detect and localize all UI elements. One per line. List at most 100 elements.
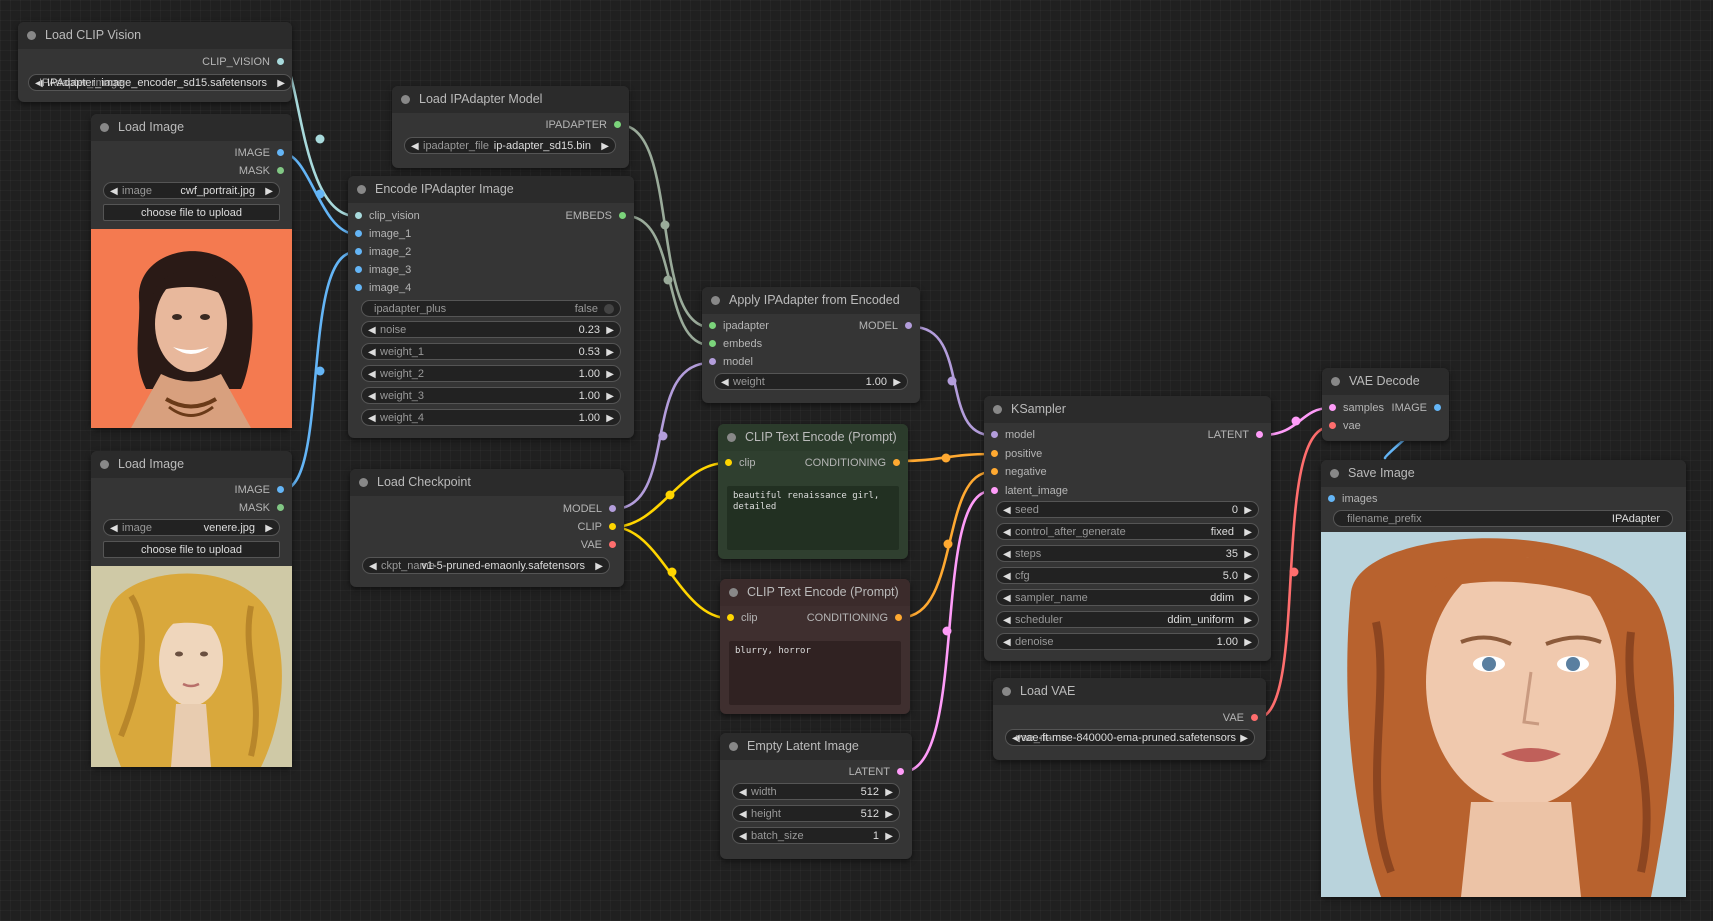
- slot-dot-icon[interactable]: [609, 540, 616, 548]
- slot-dot-icon[interactable]: [277, 57, 284, 65]
- node-title[interactable]: Load CLIP Vision: [18, 22, 292, 49]
- node-load-image-1[interactable]: Load Image IMAGE MASK ◀ image cwf_portra…: [91, 114, 292, 428]
- slot-dot-icon[interactable]: [619, 211, 626, 219]
- node-clip-text-negative[interactable]: CLIP Text Encode (Prompt) clip CONDITION…: [720, 579, 910, 714]
- prompt-textarea[interactable]: blurry, horror: [729, 641, 901, 705]
- arrow-right-icon[interactable]: ▶: [1244, 612, 1252, 627]
- input-image-3[interactable]: image_3: [355, 262, 411, 278]
- slot-dot-icon[interactable]: [991, 430, 998, 438]
- arrow-left-icon[interactable]: ◀: [411, 138, 419, 153]
- collapse-dot-icon[interactable]: [27, 31, 36, 40]
- arrow-left-icon[interactable]: ◀: [1003, 634, 1011, 649]
- arrow-right-icon[interactable]: ▶: [1244, 524, 1252, 539]
- arrow-left-icon[interactable]: ◀: [739, 806, 747, 821]
- cfg-slider[interactable]: ◀ cfg 5.0 ▶: [996, 567, 1259, 584]
- arrow-left-icon[interactable]: ◀: [368, 366, 376, 381]
- collapse-dot-icon[interactable]: [729, 742, 738, 751]
- arrow-right-icon[interactable]: ▶: [606, 344, 614, 359]
- node-title[interactable]: Load VAE: [993, 678, 1266, 705]
- ckpt-name-combo[interactable]: ◀ ckpt_name v1-5-pruned-emaonly.safetens…: [362, 557, 610, 574]
- slot-dot-icon[interactable]: [905, 321, 912, 329]
- slot-dot-icon[interactable]: [277, 148, 284, 156]
- arrow-left-icon[interactable]: ◀: [368, 322, 376, 337]
- slot-dot-icon[interactable]: [1328, 494, 1335, 502]
- image-combo[interactable]: ◀ image cwf_portrait.jpg ▶: [103, 182, 280, 199]
- ipadapter-file-combo[interactable]: ◀ ipadapter_file ip-adapter_sd15.bin ▶: [404, 137, 616, 154]
- input-image-4[interactable]: image_4: [355, 280, 411, 296]
- arrow-left-icon[interactable]: ◀: [1003, 524, 1011, 539]
- arrow-right-icon[interactable]: ▶: [885, 828, 893, 843]
- slot-dot-icon[interactable]: [895, 613, 902, 621]
- slot-dot-icon[interactable]: [991, 467, 998, 475]
- ipadapter-plus-toggle[interactable]: ipadapter_plus false: [361, 300, 621, 317]
- arrow-left-icon[interactable]: ◀: [739, 784, 747, 799]
- arrow-right-icon[interactable]: ▶: [265, 520, 273, 535]
- node-apply-ipadapter[interactable]: Apply IPAdapter from Encoded ipadapter e…: [702, 287, 920, 403]
- collapse-dot-icon[interactable]: [729, 588, 738, 597]
- input-samples[interactable]: samples: [1329, 400, 1384, 416]
- arrow-right-icon[interactable]: ▶: [1240, 730, 1248, 745]
- arrow-right-icon[interactable]: ▶: [893, 374, 901, 389]
- node-load-image-2[interactable]: Load Image IMAGE MASK ◀ image venere.jpg…: [91, 451, 292, 767]
- slot-dot-icon[interactable]: [1329, 421, 1336, 429]
- arrow-right-icon[interactable]: ▶: [1244, 502, 1252, 517]
- slot-dot-icon[interactable]: [614, 120, 621, 128]
- input-image-1[interactable]: image_1: [355, 226, 411, 242]
- arrow-left-icon[interactable]: ◀: [1003, 502, 1011, 517]
- node-title[interactable]: Save Image: [1321, 460, 1686, 487]
- output-image[interactable]: IMAGE: [1392, 400, 1441, 416]
- image-combo[interactable]: ◀ image venere.jpg ▶: [103, 519, 280, 536]
- output-latent[interactable]: LATENT: [849, 764, 904, 780]
- arrow-right-icon[interactable]: ▶: [885, 784, 893, 799]
- slot-dot-icon[interactable]: [991, 449, 998, 457]
- input-ipadapter[interactable]: ipadapter: [709, 318, 769, 334]
- output-mask[interactable]: MASK: [239, 500, 284, 516]
- collapse-dot-icon[interactable]: [100, 123, 109, 132]
- node-title[interactable]: KSampler: [984, 396, 1271, 423]
- control-after-generate-combo[interactable]: ◀ control_after_generate fixed ▶: [996, 523, 1259, 540]
- arrow-left-icon[interactable]: ◀: [721, 374, 729, 389]
- output-conditioning[interactable]: CONDITIONING: [807, 610, 902, 626]
- collapse-dot-icon[interactable]: [1002, 687, 1011, 696]
- slot-dot-icon[interactable]: [709, 357, 716, 365]
- slot-dot-icon[interactable]: [355, 229, 362, 237]
- arrow-right-icon[interactable]: ▶: [606, 388, 614, 403]
- collapse-dot-icon[interactable]: [401, 95, 410, 104]
- input-latent-image[interactable]: latent_image: [991, 483, 1068, 499]
- input-clip[interactable]: clip: [727, 610, 758, 626]
- arrow-right-icon[interactable]: ▶: [885, 806, 893, 821]
- arrow-left-icon[interactable]: ◀: [369, 558, 377, 573]
- slot-dot-icon[interactable]: [893, 458, 900, 466]
- slot-dot-icon[interactable]: [355, 247, 362, 255]
- slot-dot-icon[interactable]: [1256, 430, 1263, 438]
- output-vae[interactable]: VAE: [581, 537, 616, 553]
- output-mask[interactable]: MASK: [239, 163, 284, 179]
- arrow-left-icon[interactable]: ◀: [1003, 612, 1011, 627]
- collapse-dot-icon[interactable]: [1330, 469, 1339, 478]
- node-save-image[interactable]: Save Image images filename_prefix IPAdap…: [1321, 460, 1686, 897]
- filename-prefix-field[interactable]: filename_prefix IPAdapter: [1333, 510, 1673, 527]
- node-load-clip-vision[interactable]: Load CLIP Vision CLIP_VISION ◀ IPAdapter…: [18, 22, 292, 102]
- collapse-dot-icon[interactable]: [1331, 377, 1340, 386]
- weight-3-slider[interactable]: ◀ weight_3 1.00 ▶: [361, 387, 621, 404]
- height-slider[interactable]: ◀ height 512 ▶: [732, 805, 900, 822]
- arrow-right-icon[interactable]: ▶: [277, 75, 285, 90]
- input-model[interactable]: model: [991, 427, 1035, 443]
- node-load-checkpoint[interactable]: Load Checkpoint MODEL CLIP VAE ◀ ckpt_na…: [350, 469, 624, 587]
- collapse-dot-icon[interactable]: [357, 185, 366, 194]
- steps-slider[interactable]: ◀ steps 35 ▶: [996, 545, 1259, 562]
- arrow-right-icon[interactable]: ▶: [595, 558, 603, 573]
- output-image[interactable]: IMAGE: [235, 482, 284, 498]
- upload-button[interactable]: choose file to upload: [103, 541, 280, 558]
- collapse-dot-icon[interactable]: [100, 460, 109, 469]
- arrow-left-icon[interactable]: ◀: [368, 410, 376, 425]
- input-embeds[interactable]: embeds: [709, 336, 762, 352]
- weight-2-slider[interactable]: ◀ weight_2 1.00 ▶: [361, 365, 621, 382]
- slot-dot-icon[interactable]: [277, 503, 284, 511]
- slot-dot-icon[interactable]: [725, 458, 732, 466]
- node-load-vae[interactable]: Load VAE VAE ◀ vae_name vae-ft-mse-84000…: [993, 678, 1266, 760]
- arrow-right-icon[interactable]: ▶: [606, 410, 614, 425]
- slot-dot-icon[interactable]: [609, 522, 616, 530]
- collapse-dot-icon[interactable]: [711, 296, 720, 305]
- weight-slider[interactable]: ◀ weight 1.00 ▶: [714, 373, 908, 390]
